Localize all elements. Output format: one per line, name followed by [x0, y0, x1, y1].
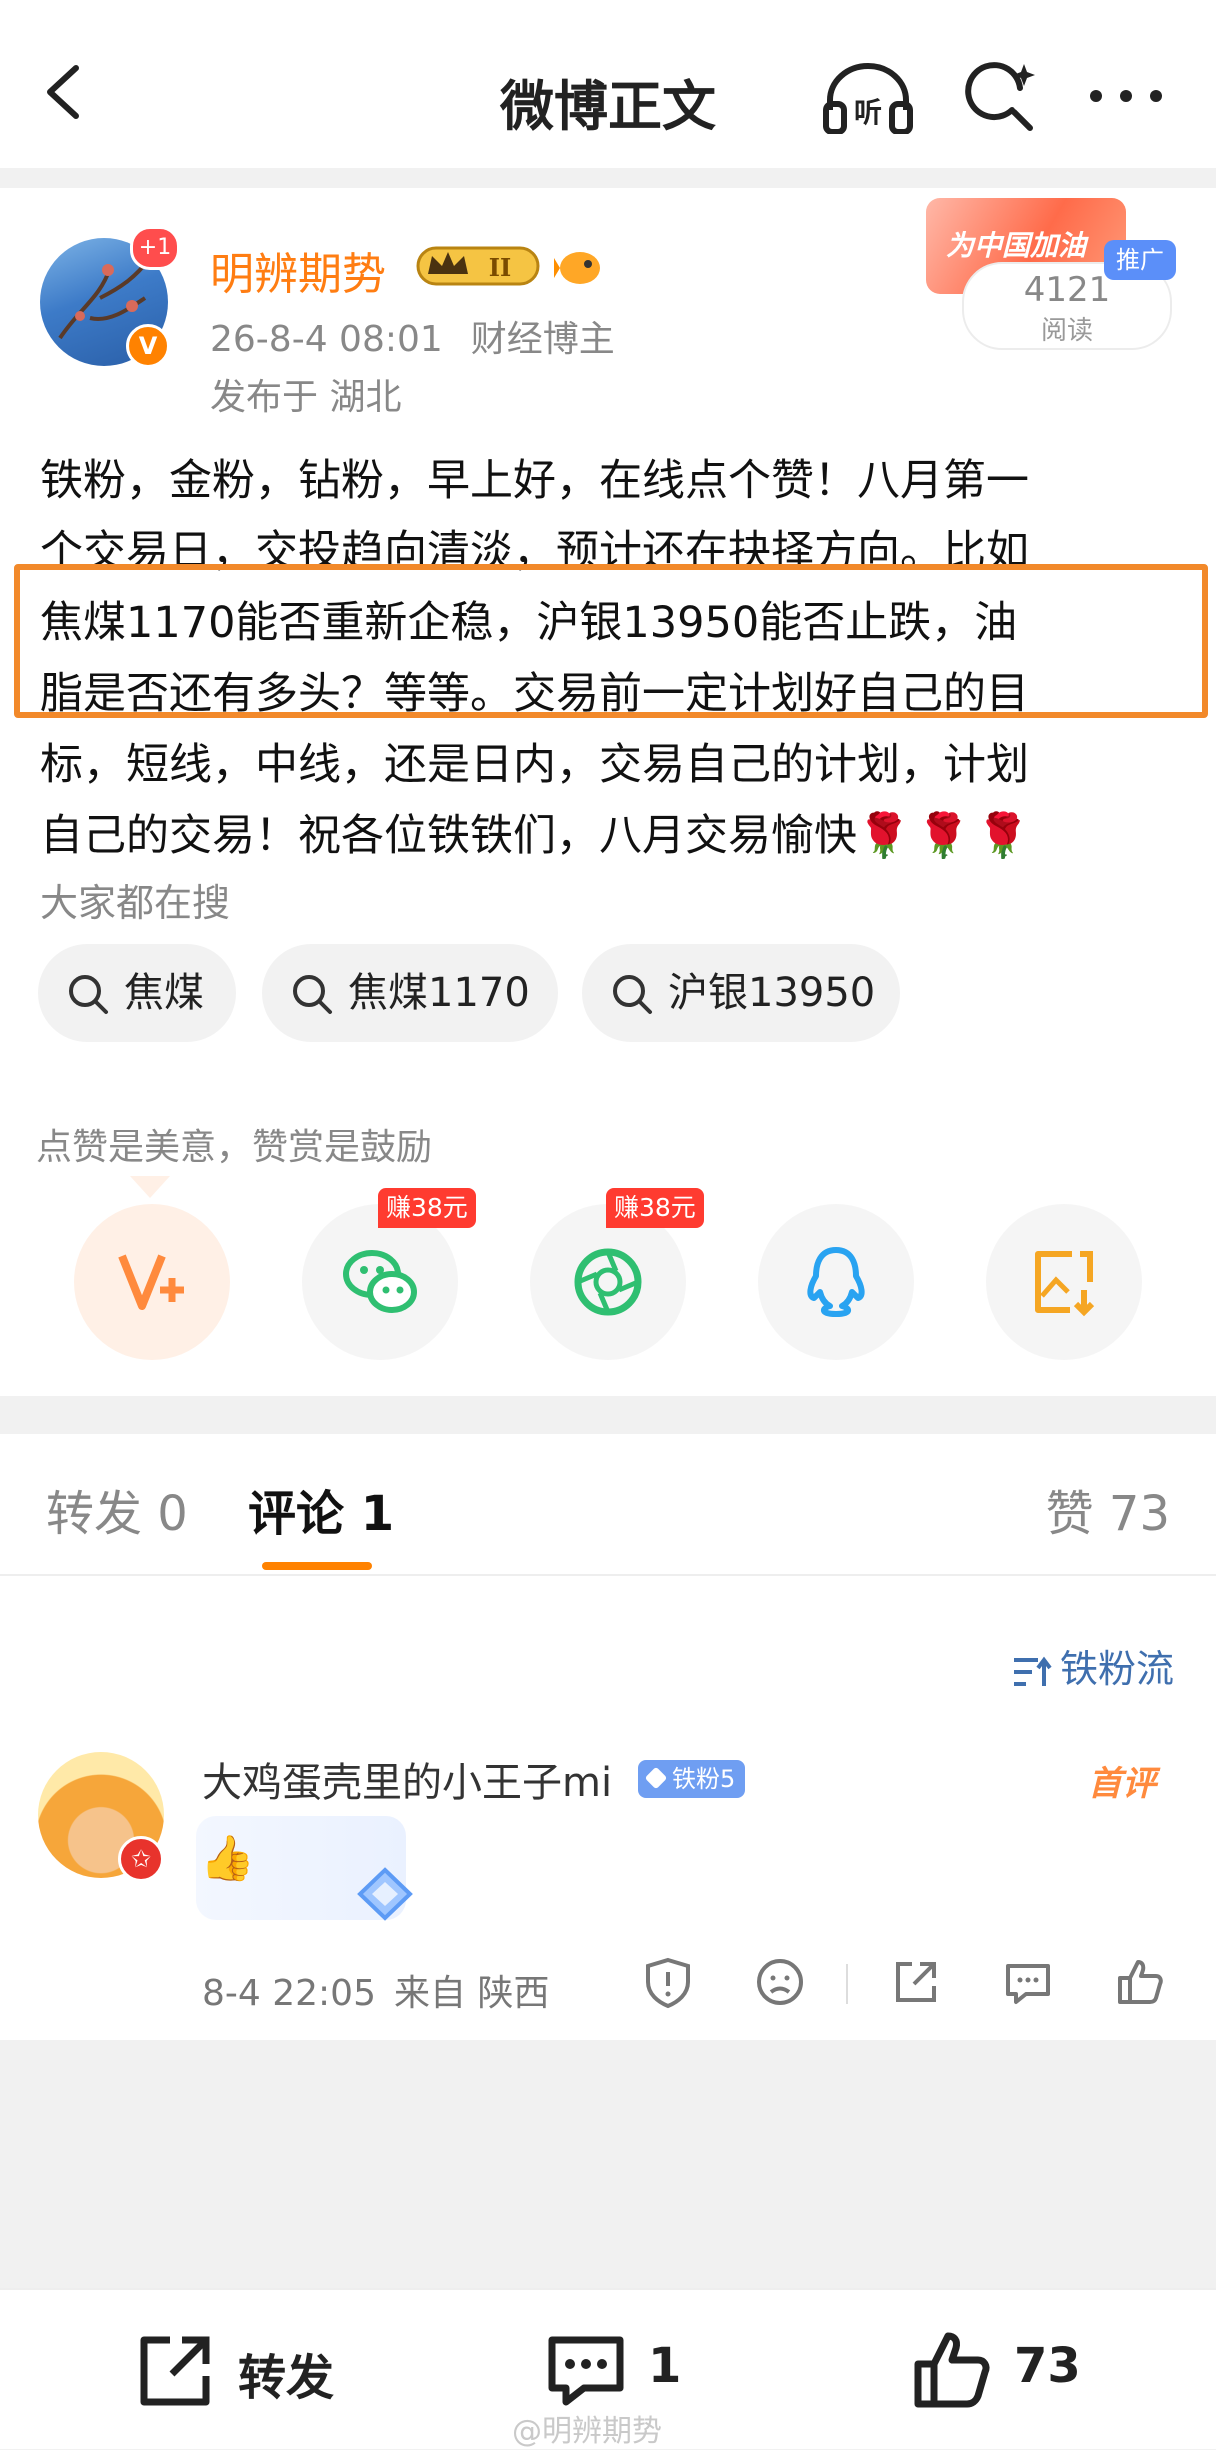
like-hint: 点赞是美意，赞赏是鼓励 — [36, 1127, 433, 1168]
diamond-gem-icon — [357, 1867, 413, 1921]
search-icon — [293, 975, 332, 1014]
avatar-plus-badge: +1 — [130, 226, 180, 270]
repost-button[interactable]: 转发 — [134, 2336, 335, 2408]
trending-search-header: 大家都在搜 — [40, 881, 231, 925]
wechat-icon — [343, 1250, 417, 1313]
reward-v-plus-icon — [118, 1254, 184, 1310]
first-comment-tag: 首评 — [1088, 1764, 1156, 1804]
like-thumb-icon — [914, 2332, 990, 2408]
content-line: 铁粉，金粉，钻粉，早上好，在线点个赞！八月第一 — [40, 456, 1029, 506]
earn-badge: 赚38元 — [378, 1188, 476, 1228]
repost-icon — [140, 2336, 210, 2406]
content-line: 自己的交易！祝各位铁铁们，八月交易愉快🌹🌹🌹 — [40, 801, 1180, 872]
commenter-badge-icon: ✩ — [118, 1836, 164, 1882]
promo-badge[interactable]: 为中国加油 4121 阅读 推广 — [926, 198, 1176, 350]
watermark: @明辨期势 — [512, 2414, 662, 2449]
search-icon — [613, 975, 652, 1014]
action-divider — [846, 1964, 848, 2004]
dislike-face-icon[interactable] — [752, 1954, 808, 2010]
comment-count: 1 — [648, 2338, 682, 2394]
listen-label: 听 — [854, 96, 882, 129]
share-comment-icon[interactable] — [888, 1954, 944, 2010]
comment-tabs: 转发 0 评论 1 赞 73 — [0, 1434, 1216, 1576]
rose-emojis: 🌹🌹🌹 — [857, 811, 1036, 861]
level-badge: II — [489, 253, 511, 282]
comment-list: 铁粉流 ✩ 大鸡蛋壳里的小王子mi 铁粉5 首评 👍 8-4 22:05 来自 陕… — [0, 1576, 1216, 2040]
read-label: 阅读 — [1040, 316, 1093, 346]
tab-repost[interactable]: 转发 0 — [46, 1474, 188, 1544]
search-chip[interactable]: 焦煤1170 — [262, 944, 558, 1042]
moments-icon — [574, 1248, 642, 1316]
sort-icon — [1013, 1656, 1052, 1686]
search-chip-label: 沪银13950 — [668, 970, 876, 1016]
search-chip-label: 焦煤1170 — [348, 970, 530, 1016]
content-line: 标，短线，中线，还是日内，交易自己的计划，计划 — [40, 740, 1029, 790]
more-options-icon[interactable] — [1086, 78, 1166, 114]
report-shield-icon[interactable] — [640, 1954, 696, 2010]
share-qq-button[interactable] — [758, 1204, 914, 1360]
reply-comment-icon[interactable] — [1000, 1954, 1056, 2010]
sort-button[interactable]: 铁粉流 — [1012, 1638, 1174, 1693]
comment-button[interactable]: 1 — [544, 2336, 682, 2406]
post-date: 26-8-4 08:01 — [210, 319, 443, 360]
content-line-text: 自己的交易！祝各位铁铁们，八月交易愉快 — [40, 811, 857, 861]
sort-label: 铁粉流 — [1059, 1647, 1174, 1691]
comment-time: 8-4 22:05 — [202, 1973, 376, 2014]
caret-pointer-icon — [130, 1176, 170, 1198]
qq-icon — [807, 1247, 865, 1317]
active-tab-indicator — [262, 1562, 372, 1570]
repost-label: 转发 — [238, 2350, 335, 2406]
author-role: 财经博主 — [470, 319, 615, 360]
headphone-listen-icon[interactable]: 听 — [820, 60, 916, 134]
reward-button[interactable] — [74, 1204, 230, 1360]
tab-comments[interactable]: 评论 1 — [248, 1474, 394, 1544]
search-icon — [69, 975, 108, 1014]
top-nav: 微博正文 听 — [0, 0, 1216, 168]
like-comment-icon[interactable] — [1112, 1954, 1168, 2010]
comment-emoji: 👍 — [200, 1833, 255, 1884]
post-meta: 26-8-4 08:01 财经博主 — [210, 310, 643, 362]
comment-meta: 8-4 22:05 来自 陕西 — [202, 1964, 567, 2016]
promo-tag: 推广 — [1104, 240, 1176, 280]
like-count: 73 — [1014, 2338, 1081, 2394]
like-button[interactable]: 73 — [910, 2332, 1081, 2408]
post-location: 发布于 湖北 — [210, 377, 402, 418]
commenter-name[interactable]: 大鸡蛋壳里的小王子mi — [202, 1750, 612, 1808]
fish-badge-icon — [554, 252, 600, 284]
comment-icon — [548, 2336, 624, 2406]
verified-badge: V — [126, 324, 170, 368]
save-image-icon — [1035, 1251, 1095, 1317]
crown-level-icon: II — [416, 246, 540, 286]
search-chip[interactable]: 焦煤 — [38, 944, 236, 1042]
post-card: +1 V 明辨期势 II 26-8-4 08:01 财经博主 发布于 湖北 为中国… — [0, 188, 1216, 1396]
promo-banner-text: 为中国加油 — [946, 229, 1087, 262]
highlight-box — [14, 564, 1208, 718]
search-chip[interactable]: 沪银13950 — [582, 944, 900, 1042]
bottom-action-bar: 转发 1 73 @明辨期势 — [0, 2288, 1216, 2449]
author-name[interactable]: 明辨期势 — [210, 238, 386, 302]
fan-level-badge: 铁粉5 — [638, 1760, 746, 1798]
earn-badge: 赚38元 — [606, 1188, 704, 1228]
search-icon[interactable] — [960, 58, 1040, 138]
comment-source: 来自 陕西 — [394, 1973, 550, 2014]
search-chip-label: 焦煤 — [124, 970, 204, 1016]
page: 微博正文 听 +1 V 明辨期势 II 26-8-4 08:01 财经博主 发布… — [0, 0, 1216, 2449]
save-image-button[interactable] — [986, 1204, 1142, 1360]
tab-likes[interactable]: 赞 73 — [1046, 1474, 1170, 1544]
